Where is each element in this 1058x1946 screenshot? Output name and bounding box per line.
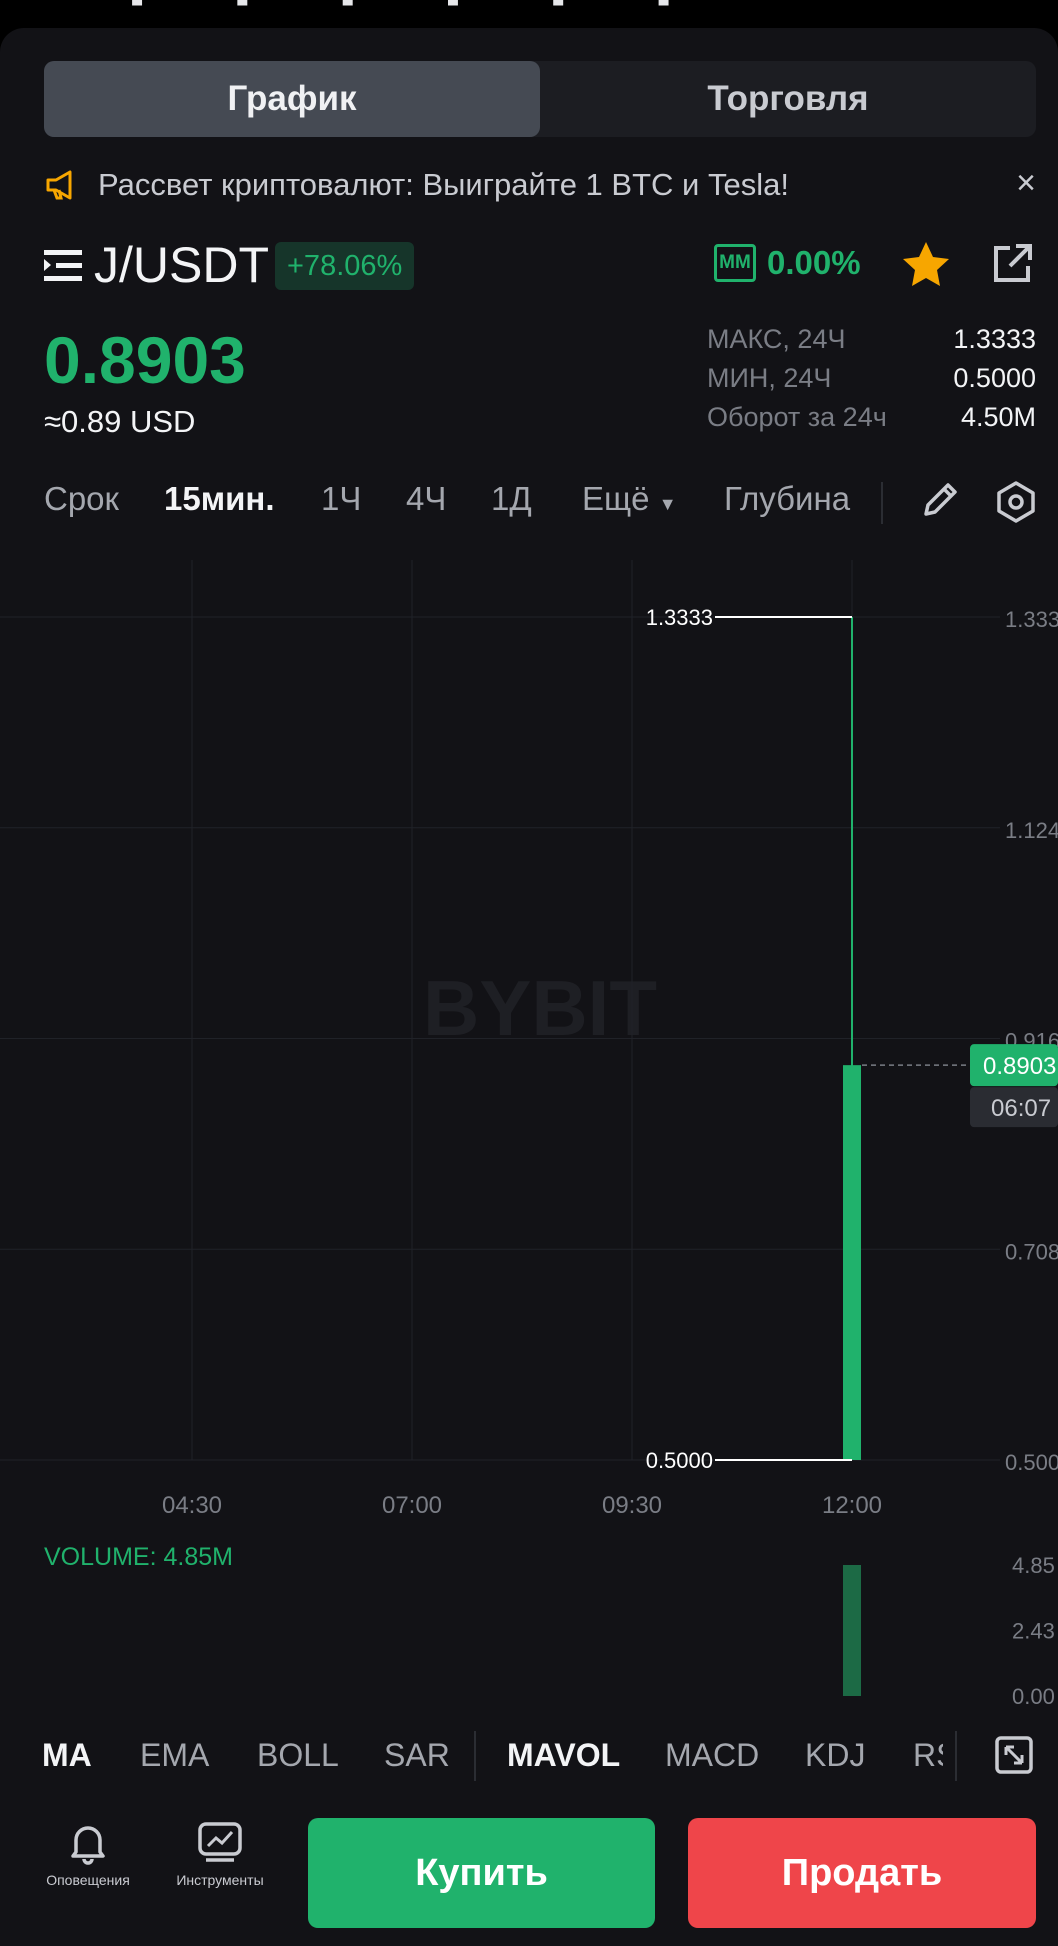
- stat-value: 4.50M: [960, 402, 1036, 432]
- divider: [955, 1731, 957, 1781]
- countdown-label: 06:07: [991, 1095, 1051, 1122]
- tools-button[interactable]: Инструменты: [165, 1800, 275, 1888]
- y-tick-label: 0.7083: [1005, 1239, 1058, 1264]
- buy-button[interactable]: Купить: [308, 1818, 655, 1928]
- settings-hexagon-icon[interactable]: [994, 480, 1038, 524]
- divider: [881, 482, 883, 524]
- volume-tick-label: 2.43: [1012, 1619, 1055, 1644]
- low-marker-label: 0.5000: [646, 1448, 713, 1473]
- bell-icon: [71, 1826, 105, 1865]
- x-tick-label: 12:00: [822, 1492, 882, 1519]
- volume-tick-label: 4.85: [1012, 1553, 1055, 1578]
- timeframe-15m[interactable]: 15мин.: [164, 480, 275, 518]
- favorite-star-icon[interactable]: [898, 238, 954, 294]
- alerts-label: Оповещения: [46, 1872, 130, 1888]
- tools-label: Инструменты: [176, 1872, 264, 1888]
- last-price: 0.8903: [44, 323, 246, 397]
- x-tick-label: 09:30: [602, 1492, 662, 1519]
- usd-price: ≈0.89 USD: [44, 404, 196, 439]
- indicator-rsi[interactable]: RSI: [913, 1737, 943, 1774]
- indicator-macd[interactable]: MACD: [665, 1737, 759, 1774]
- draw-pencil-icon[interactable]: [918, 480, 960, 522]
- y-tick-label: 1.3333: [1005, 607, 1058, 632]
- indicator-kdj[interactable]: KDJ: [805, 1737, 865, 1774]
- timeframe-1h[interactable]: 1Ч: [321, 480, 361, 518]
- timeframe-4h[interactable]: 4Ч: [406, 480, 446, 518]
- stat-label: МИН, 24Ч: [707, 363, 832, 393]
- volume-label: VOLUME: 4.85M: [44, 1543, 233, 1571]
- volume-tick-label: 0.00: [1012, 1684, 1055, 1709]
- mm-badge[interactable]: MM: [714, 244, 756, 282]
- banner-text: Рассвет криптовалют: Выиграйте 1 BTC и T…: [98, 167, 789, 202]
- y-tick-label: 0.5000: [1005, 1450, 1058, 1475]
- stat-value: 0.5000: [953, 363, 1036, 393]
- tab-trade[interactable]: Торговля: [540, 61, 1036, 137]
- mm-value: 0.00%: [767, 244, 861, 281]
- candle-body: [843, 1065, 861, 1460]
- high-marker-label: 1.3333: [646, 605, 713, 630]
- y-tick-label: 1.1249: [1005, 818, 1058, 843]
- divider: [474, 1731, 476, 1781]
- stat-turnover: Оборот за 24ч 4.50M: [707, 402, 1036, 441]
- stat-high: МАКС, 24Ч 1.3333: [707, 324, 1036, 363]
- timeframe-bar: Срок 15мин. 1Ч 4Ч 1Д Ещё ▼ Глубина: [44, 474, 1036, 528]
- megaphone-icon: [46, 170, 72, 200]
- more-label: Ещё: [582, 480, 650, 517]
- indicator-bar: MA EMA BOLL SAR MAVOL MACD KDJ RSI: [0, 1725, 1058, 1789]
- pair-header: J/USDT +78.06% MM 0.00%: [44, 236, 1036, 300]
- indicator-ema[interactable]: EMA: [140, 1737, 209, 1774]
- stat-low: МИН, 24Ч 0.5000: [707, 363, 1036, 402]
- stat-value: 1.3333: [953, 324, 1036, 354]
- indicator-sar[interactable]: SAR: [384, 1737, 450, 1774]
- pair-symbol[interactable]: J/USDT: [94, 236, 269, 294]
- tab-chart[interactable]: График: [44, 61, 540, 137]
- timeframe-more[interactable]: Ещё ▼: [582, 480, 677, 518]
- alerts-button[interactable]: Оповещения: [33, 1800, 143, 1888]
- stat-label: Оборот за 24ч: [707, 402, 887, 432]
- depth-tab[interactable]: Глубина: [724, 480, 850, 518]
- fullscreen-expand-icon[interactable]: [994, 1735, 1034, 1775]
- pair-menu-icon[interactable]: [44, 248, 82, 284]
- share-external-icon[interactable]: [988, 240, 1036, 288]
- chart-tools-icon: [198, 1822, 242, 1862]
- status-area-cut: ▪ ▪ ▪ ▪ ▪ ▪: [130, 0, 711, 22]
- timeframe-1d[interactable]: 1Д: [491, 480, 532, 518]
- promo-banner[interactable]: Рассвет криптовалют: Выиграйте 1 BTC и T…: [44, 160, 1036, 210]
- stats-24h: МАКС, 24Ч 1.3333 МИН, 24Ч 0.5000 Оборот …: [707, 324, 1036, 441]
- stat-label: МАКС, 24Ч: [707, 324, 846, 354]
- volume-bar: [843, 1565, 861, 1696]
- x-tick-label: 07:00: [382, 1492, 442, 1519]
- indicator-boll[interactable]: BOLL: [257, 1737, 339, 1774]
- view-tabs: График Торговля: [44, 61, 1036, 137]
- indicator-mavol[interactable]: MAVOL: [507, 1737, 620, 1774]
- x-tick-label: 04:30: [162, 1492, 222, 1519]
- close-icon[interactable]: ×: [1016, 164, 1036, 203]
- current-price-label: 0.8903: [983, 1053, 1056, 1080]
- price-chart[interactable]: BYBIT1.33331.12490.91660.70830.500004:30…: [0, 560, 1058, 1710]
- sell-button[interactable]: Продать: [688, 1818, 1036, 1928]
- indicator-ma[interactable]: MA: [42, 1737, 92, 1774]
- caret-down-icon: ▼: [658, 494, 677, 514]
- timeframe-label: Срок: [44, 480, 119, 517]
- bottom-action-bar: Оповещения Инструменты Купить Продать: [0, 1800, 1058, 1946]
- change-badge: +78.06%: [275, 242, 415, 290]
